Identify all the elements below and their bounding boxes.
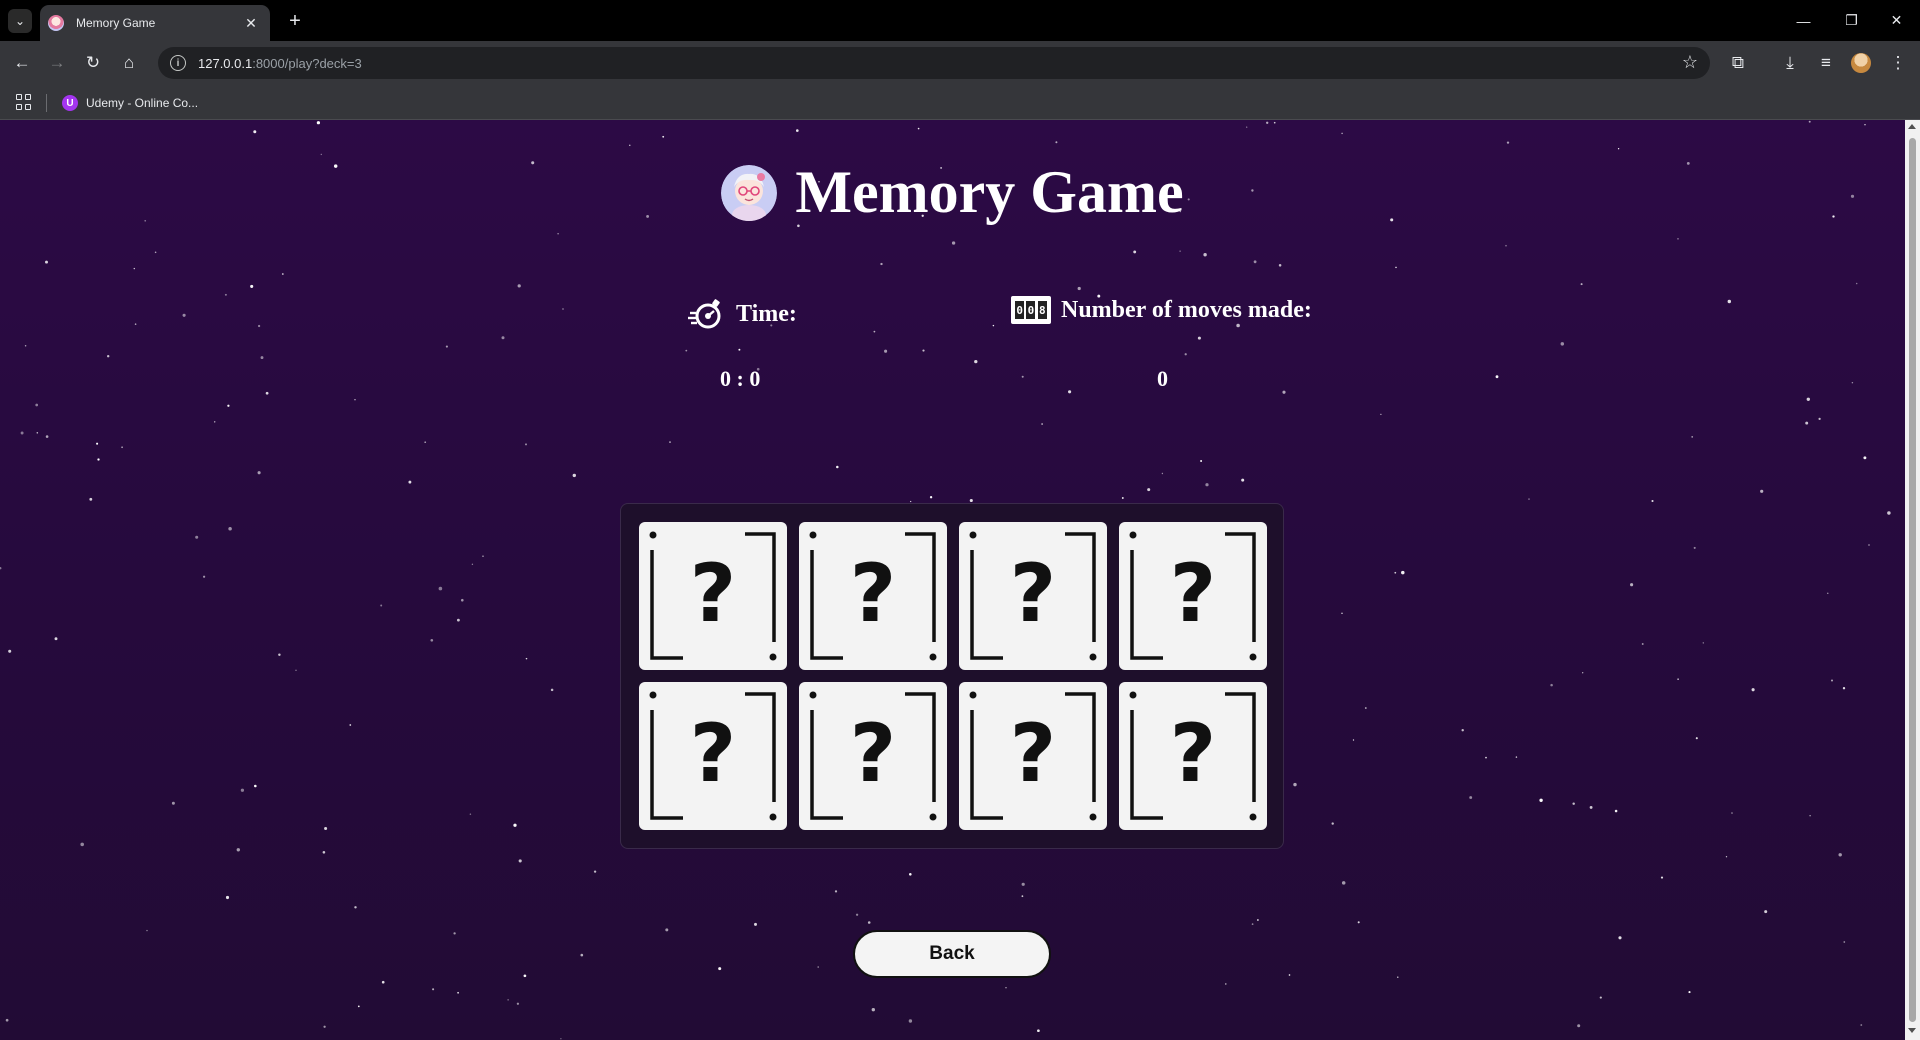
counter-digit-3: 8 bbox=[1037, 301, 1047, 319]
moves-label: 0 0 8 Number of moves made: bbox=[1011, 296, 1312, 324]
counter-icon: 0 0 8 bbox=[1011, 296, 1051, 324]
bookmarks-divider bbox=[46, 94, 47, 112]
back-arrow-icon[interactable]: ← bbox=[8, 49, 36, 77]
bookmarks-bar: U Udemy - Online Co... bbox=[0, 85, 1920, 120]
memory-card[interactable]: ? bbox=[639, 522, 787, 670]
time-label-text: Time: bbox=[736, 300, 797, 327]
tab-title: Memory Game bbox=[76, 16, 156, 30]
url-path: :8000/play?deck=3 bbox=[252, 55, 362, 71]
moves-value: 0 bbox=[1157, 366, 1168, 391]
page-viewport: Memory Game Time: 0 0 8 Number of moves … bbox=[0, 120, 1905, 1040]
card-question-mark: ? bbox=[689, 707, 737, 800]
new-tab-button[interactable]: + bbox=[282, 8, 308, 34]
bookmark-udemy[interactable]: U Udemy - Online Co... bbox=[62, 91, 198, 115]
memory-card[interactable]: ? bbox=[1119, 522, 1267, 670]
udemy-icon: U bbox=[62, 95, 78, 111]
browser-tab-active[interactable]: Memory Game ✕ bbox=[40, 5, 270, 41]
card-question-mark: ? bbox=[849, 547, 897, 640]
browser-tab-strip: ⌄ Memory Game ✕ + — ❐ ✕ bbox=[0, 0, 1920, 41]
close-tab-icon[interactable]: ✕ bbox=[242, 14, 260, 32]
address-bar[interactable]: i 127.0.0.1:8000/play?deck=3 ☆ bbox=[158, 47, 1710, 79]
stopwatch-icon bbox=[688, 299, 721, 329]
restore-window-icon[interactable]: ❐ bbox=[1829, 0, 1874, 41]
scroll-down-icon[interactable] bbox=[1908, 1028, 1916, 1033]
url-host: 127.0.0.1 bbox=[198, 55, 253, 71]
counter-digit-1: 0 bbox=[1015, 301, 1025, 319]
scroll-up-icon[interactable] bbox=[1908, 124, 1916, 129]
memory-card[interactable]: ? bbox=[1119, 682, 1267, 830]
media-control-icon[interactable]: ≡ bbox=[1812, 49, 1840, 77]
close-window-icon[interactable]: ✕ bbox=[1874, 0, 1919, 41]
tab-search-button[interactable]: ⌄ bbox=[8, 9, 32, 33]
memory-card[interactable]: ? bbox=[639, 682, 787, 830]
bookmark-star-icon[interactable]: ☆ bbox=[1682, 52, 1698, 73]
apps-grid-icon[interactable] bbox=[16, 94, 32, 110]
card-question-mark: ? bbox=[1169, 547, 1217, 640]
scroll-thumb[interactable] bbox=[1909, 138, 1916, 1022]
browser-toolbar: ← → ↻ ⌂ i 127.0.0.1:8000/play?deck=3 ☆ ⧉… bbox=[0, 41, 1920, 85]
time-label: Time: bbox=[688, 296, 797, 332]
card-question-mark: ? bbox=[1009, 547, 1057, 640]
card-question-mark: ? bbox=[689, 547, 737, 640]
chevron-down-icon: ⌄ bbox=[14, 14, 26, 28]
site-info-icon[interactable]: i bbox=[170, 55, 186, 71]
browser-menu-icon[interactable]: ⋮ bbox=[1884, 49, 1912, 77]
moves-label-text: Number of moves made: bbox=[1061, 296, 1312, 323]
counter-digit-2: 0 bbox=[1026, 301, 1036, 319]
back-button[interactable]: Back bbox=[853, 930, 1051, 978]
page-title: Memory Game bbox=[795, 159, 1184, 225]
download-icon[interactable]: ⤓ bbox=[1776, 49, 1804, 77]
card-question-mark: ? bbox=[1009, 707, 1057, 800]
memory-card[interactable]: ? bbox=[799, 682, 947, 830]
card-question-mark: ? bbox=[1169, 707, 1217, 800]
tab-favicon-icon bbox=[48, 15, 64, 31]
home-icon[interactable]: ⌂ bbox=[115, 49, 143, 77]
memory-card[interactable]: ? bbox=[799, 522, 947, 670]
minimize-window-icon[interactable]: — bbox=[1781, 0, 1826, 41]
memory-card[interactable]: ? bbox=[959, 522, 1107, 670]
forward-arrow-icon[interactable]: → bbox=[43, 49, 71, 77]
bookmark-label: Udemy - Online Co... bbox=[86, 96, 199, 110]
time-value: 0 : 0 bbox=[720, 366, 761, 391]
header: Memory Game bbox=[0, 158, 1905, 227]
granny-avatar-icon bbox=[721, 164, 778, 221]
card-board: ???????? bbox=[620, 503, 1284, 849]
extensions-icon[interactable]: ⧉ bbox=[1724, 49, 1752, 77]
memory-card[interactable]: ? bbox=[959, 682, 1107, 830]
reload-icon[interactable]: ↻ bbox=[79, 49, 107, 77]
card-question-mark: ? bbox=[849, 707, 897, 800]
page-scrollbar[interactable] bbox=[1905, 120, 1920, 1040]
profile-avatar-icon[interactable] bbox=[1851, 53, 1871, 73]
